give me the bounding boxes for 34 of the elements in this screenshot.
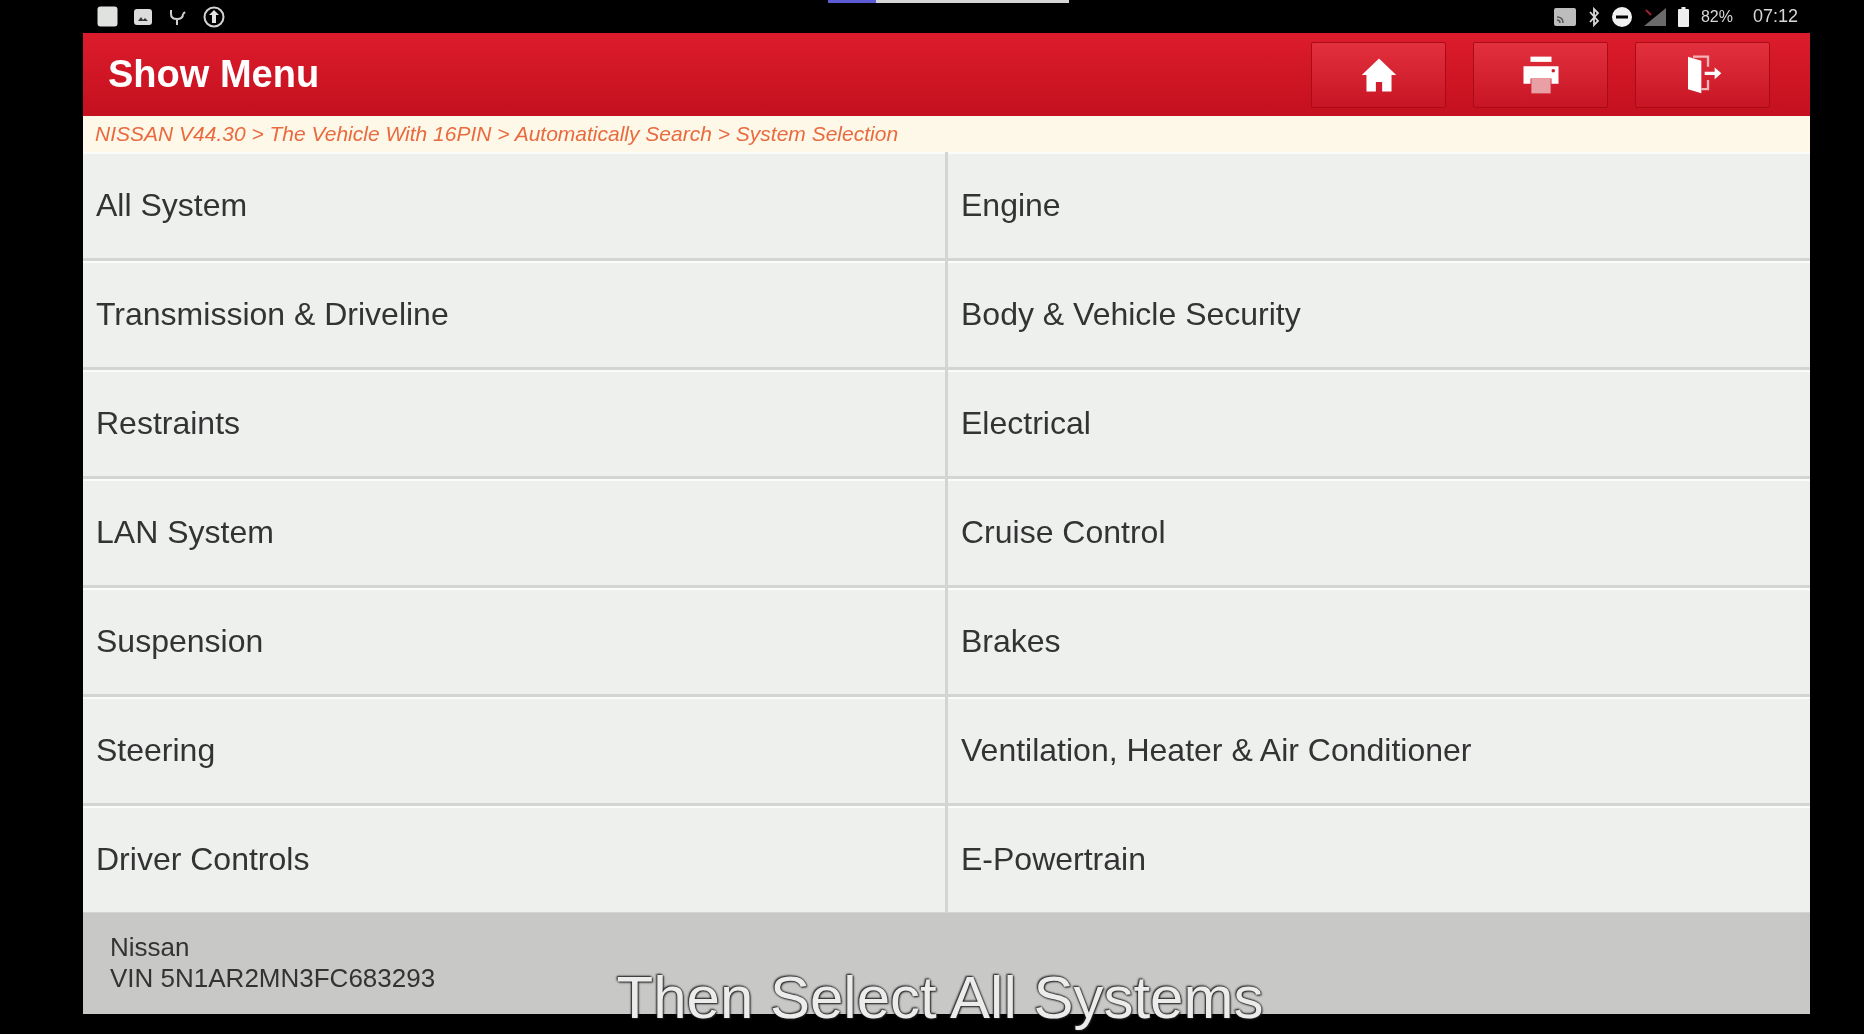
menu-item[interactable]: E-Powertrain [948, 806, 1810, 912]
vehicle-make: Nissan [110, 932, 190, 963]
menu-item[interactable]: Transmission & Driveline [83, 261, 945, 367]
signal-icon [1643, 7, 1666, 26]
menu-item[interactable]: LAN System [83, 479, 945, 585]
status-time: 07:12 [1752, 6, 1798, 27]
menu-item[interactable]: Ventilation, Heater & Air Conditioner [948, 697, 1810, 803]
menu-item[interactable]: Brakes [948, 588, 1810, 694]
bluetooth-icon [1587, 6, 1600, 27]
screen-title: Show Menu [108, 53, 320, 96]
vin-text: VIN 5N1AR2MN3FC683293 [110, 963, 436, 994]
square-icon [97, 6, 118, 27]
battery-icon [1677, 6, 1689, 27]
breadcrumb: NISSAN V44.30 > The Vehicle With 16PIN > Automatically Search > System Selection [95, 122, 899, 146]
menu-item[interactable]: Restraints [83, 370, 945, 476]
menu-item[interactable]: Steering [83, 697, 945, 803]
menu-item[interactable]: Body & Vehicle Security [948, 261, 1810, 367]
exit-button[interactable] [1635, 41, 1770, 108]
home-icon [1359, 56, 1398, 93]
video-progress-track[interactable] [828, 0, 1069, 3]
minus-circle-icon [1611, 6, 1632, 27]
menu-item[interactable]: Cruise Control [948, 479, 1810, 585]
menu-item[interactable]: All System [83, 152, 945, 258]
arrow-circle-icon [203, 5, 225, 28]
menu-item[interactable]: Driver Controls [83, 806, 945, 912]
home-button[interactable] [1311, 41, 1446, 108]
battery-percentage: 82% [1700, 7, 1733, 26]
menu-item[interactable]: Electrical [948, 370, 1810, 476]
menu-item[interactable]: Suspension [83, 588, 945, 694]
print-button[interactable] [1473, 41, 1608, 108]
cast-icon [1553, 7, 1576, 26]
menu-item[interactable]: Engine [948, 152, 1810, 258]
fork-icon [168, 7, 187, 26]
image-icon [134, 7, 152, 26]
